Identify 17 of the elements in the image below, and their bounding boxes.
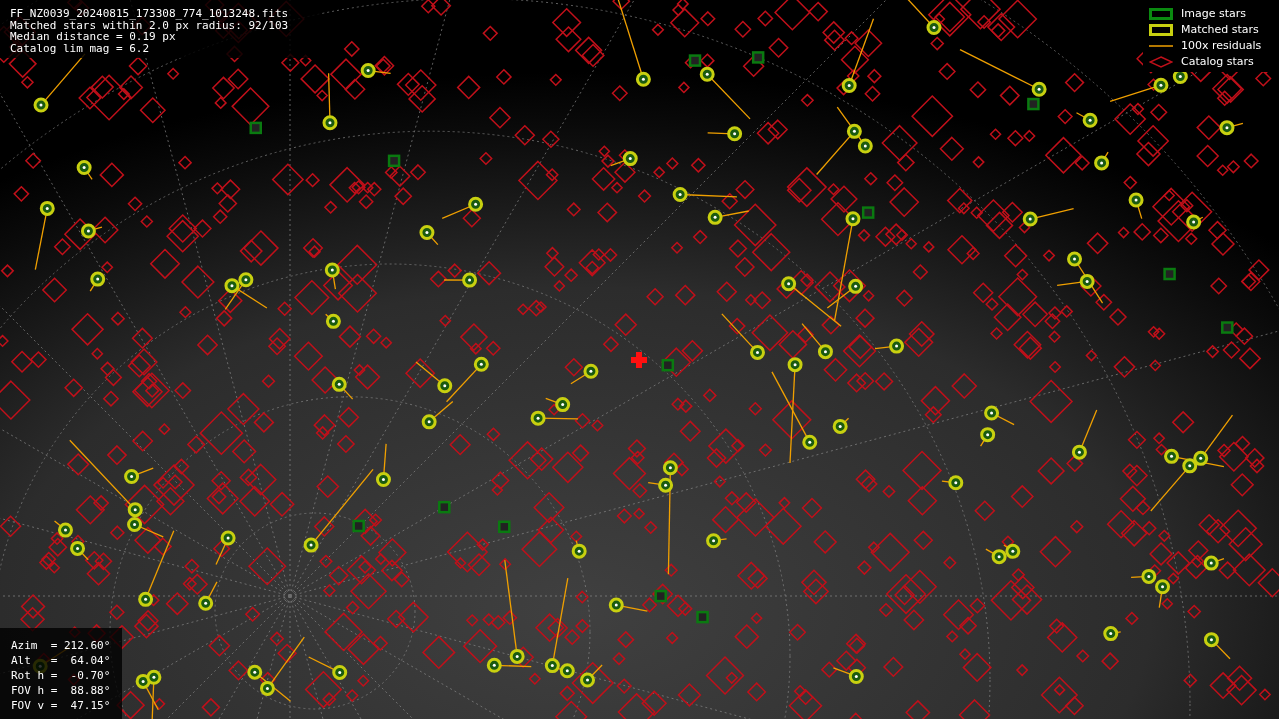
legend-label: Catalog stars	[1181, 54, 1254, 70]
pointing-text: Azim = 212.60°	[11, 638, 111, 653]
square-outline-icon	[1149, 8, 1173, 20]
centre-cross-icon	[631, 352, 647, 368]
pointing-text: FOV h = 88.88°	[11, 683, 111, 698]
diamond-icon	[1149, 56, 1173, 68]
pointing-text: Rot h = -0.70°	[11, 668, 111, 683]
pointing-text: FOV v = 47.15°	[11, 698, 111, 713]
info-text: Matched stars within 2.0 px radius: 92/103	[10, 19, 290, 31]
rectangle-outline-icon	[1149, 24, 1173, 36]
info-text: FF_NZ0039_20240815_173308_774_1013248.fits	[10, 8, 290, 20]
info-text: Median distance = 0.19 px	[10, 31, 176, 43]
pointing-text: Alt = 64.04°	[11, 653, 111, 668]
legend-label: Image stars	[1181, 6, 1246, 22]
info-text: Catalog lim mag = 6.2	[10, 42, 151, 54]
legend-label: 100x residuals	[1181, 38, 1262, 54]
legend-label: Matched stars	[1181, 22, 1259, 38]
